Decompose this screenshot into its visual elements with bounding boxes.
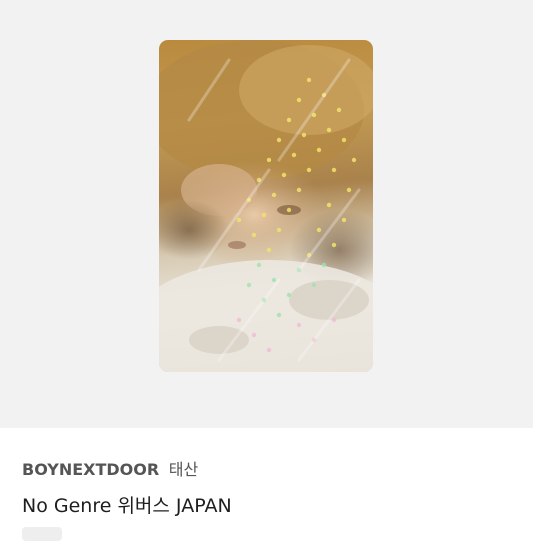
photocard-image[interactable] bbox=[159, 40, 373, 372]
product-title: No Genre 위버스 JAPAN bbox=[22, 495, 232, 517]
artist-name: BOYNEXTDOOR bbox=[22, 460, 160, 479]
artist-line: BOYNEXTDOOR 태산 bbox=[22, 456, 232, 480]
tag-chip[interactable] bbox=[22, 527, 62, 541]
member-name: 태산 bbox=[168, 460, 199, 479]
product-info: BOYNEXTDOOR 태산 No Genre 위버스 JAPAN bbox=[22, 456, 232, 518]
product-image-area[interactable]: · · · · · · · · · · · · · · · · · · · · … bbox=[0, 0, 533, 428]
cropped-caption-text: · · · · · · · · · · · · · · · · · · · · … bbox=[0, 0, 533, 6]
